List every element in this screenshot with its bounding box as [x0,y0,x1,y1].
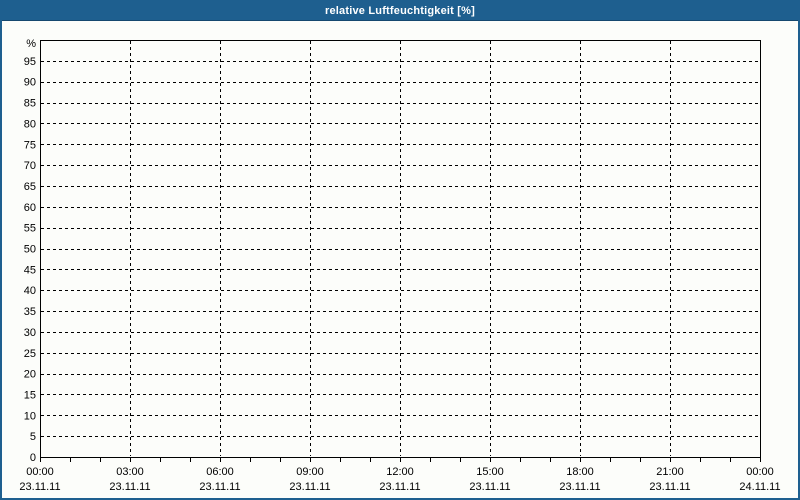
y-axis-tick-label: 75 [24,139,36,151]
y-axis-tick-label: 35 [24,306,36,318]
y-axis-tick-label: 45 [24,264,36,276]
y-axis-tick-label: 20 [24,369,36,381]
x-axis-time-label: 15:00 [476,466,504,478]
window-title: relative Luftfeuchtigkeit [%] [325,2,475,20]
x-axis-date-label: 23.11.11 [109,481,150,493]
y-axis-tick-label: 0 [30,452,36,464]
y-axis-tick-label: 50 [24,244,36,256]
y-axis-tick-label: 80 [24,118,36,130]
y-axis-tick-label: 15 [24,389,36,401]
window-titlebar: relative Luftfeuchtigkeit [%] [2,2,798,21]
x-axis-time-label: 12:00 [386,466,414,478]
y-axis-tick-label: 90 [24,77,36,89]
x-axis-date-label: 23.11.11 [649,481,690,493]
y-axis-tick-label: 30 [24,327,36,339]
y-axis-tick-label: 70 [24,160,36,172]
y-axis-tick-label: 25 [24,348,36,360]
x-axis-time-label: 06:00 [206,466,234,478]
y-axis-unit-label: % [26,38,36,50]
y-axis-tick-label: 95 [24,56,36,68]
x-axis-time-label: 03:00 [116,466,144,478]
x-axis-time-label: 18:00 [566,466,594,478]
x-axis-date-label: 23.11.11 [469,481,510,493]
x-axis-date-label: 23.11.11 [19,481,60,493]
y-axis-tick-label: 85 [24,98,36,110]
x-axis-date-label: 23.11.11 [289,481,330,493]
x-axis-time-label: 09:00 [296,466,324,478]
y-axis-tick-label: 40 [24,285,36,297]
y-axis-tick-label: 60 [24,202,36,214]
x-axis-date-label: 23.11.11 [379,481,420,493]
x-axis-time-label: 21:00 [656,466,684,478]
y-axis-tick-label: 10 [24,410,36,422]
x-axis-time-label: 00:00 [26,466,54,478]
x-axis-time-label: 00:00 [746,466,774,478]
humidity-chart: 0 5 10 15 20 25 30 35 40 45 50 55 60 65 70 75 80 85 90 95% 0… [2,21,798,498]
y-axis-tick-label: 65 [24,181,36,193]
y-axis-tick-label: 55 [24,223,36,235]
x-axis-date-label: 23.11.11 [559,481,600,493]
y-axis-tick-label: 5 [30,431,36,443]
chart-area: 0 5 10 15 20 25 30 35 40 45 50 55 60 65 70 75 80 85 90 95% 0… [2,21,798,498]
x-axis-date-label: 24.11.11 [739,481,780,493]
chart-window: relative Luftfeuchtigkeit [%] 0 5 10 15 20 25… [0,0,800,500]
x-axis-date-label: 23.11.11 [199,481,240,493]
